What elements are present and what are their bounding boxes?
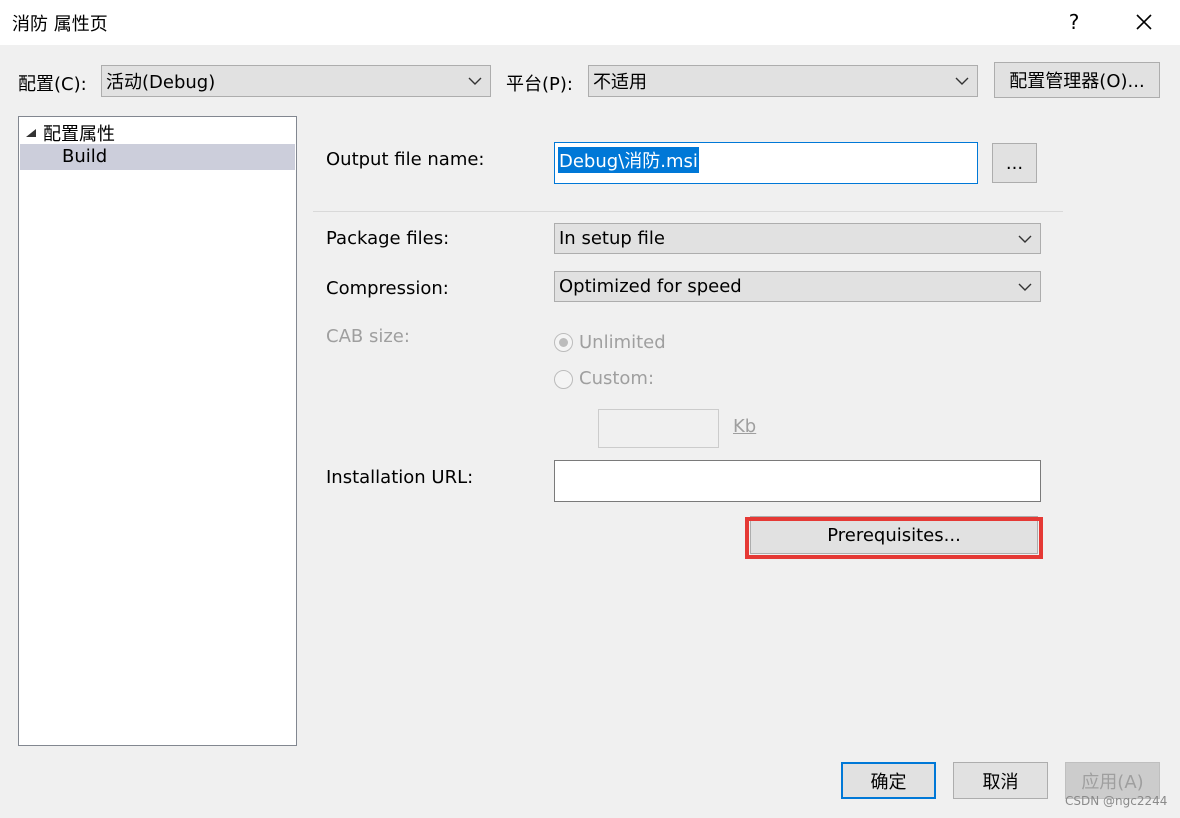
config-label: 配置(C):	[18, 74, 87, 95]
ok-button[interactable]: 确定	[841, 762, 936, 799]
installation-url-label: Installation URL:	[326, 467, 474, 488]
tree-root-label: 配置属性	[43, 124, 115, 145]
config-manager-button[interactable]: 配置管理器(O)...	[994, 62, 1160, 98]
close-button[interactable]	[1120, 0, 1168, 45]
watermark: CSDN @ngc2244	[1065, 794, 1168, 808]
package-files-label: Package files:	[326, 228, 450, 249]
cab-size-input[interactable]	[598, 409, 719, 448]
radio-selected-dot	[559, 338, 568, 347]
package-files-value: In setup file	[559, 228, 665, 249]
window-title: 消防 属性页	[12, 14, 108, 35]
installation-url-input[interactable]	[554, 460, 1041, 502]
cab-size-label: CAB size:	[326, 326, 410, 347]
compression-value: Optimized for speed	[559, 276, 742, 297]
config-value: 活动(Debug)	[106, 72, 216, 93]
output-file-value: Debug\消防.msi	[558, 147, 699, 173]
title-bar	[0, 0, 1180, 45]
chevron-down-icon	[947, 66, 977, 96]
close-icon	[1136, 14, 1152, 30]
expanded-triangle-icon	[26, 129, 36, 137]
config-dropdown[interactable]: 活动(Debug)	[101, 65, 491, 97]
output-file-label: Output file name:	[326, 149, 485, 170]
chevron-down-icon	[1010, 272, 1040, 301]
unlimited-label: Unlimited	[579, 332, 666, 353]
custom-radio[interactable]	[554, 370, 573, 389]
unlimited-radio[interactable]	[554, 333, 573, 352]
chevron-down-icon	[460, 66, 490, 96]
annotation-highlight-box	[745, 517, 1043, 559]
tree-item-config-properties[interactable]: 配置属性	[25, 121, 115, 145]
config-tree: 配置属性 Build	[18, 116, 297, 746]
custom-label: Custom:	[579, 368, 655, 389]
compression-label: Compression:	[326, 278, 449, 299]
help-button[interactable]: ?	[1050, 0, 1098, 45]
section-divider	[313, 211, 1063, 212]
package-files-dropdown[interactable]: In setup file	[554, 223, 1041, 254]
platform-dropdown[interactable]: 不适用	[588, 65, 978, 97]
tree-item-build-label: Build	[62, 146, 108, 167]
tree-item-build[interactable]: Build	[20, 144, 295, 170]
cancel-button[interactable]: 取消	[953, 762, 1048, 799]
platform-label: 平台(P):	[506, 74, 573, 95]
browse-button[interactable]: ...	[992, 143, 1037, 183]
compression-dropdown[interactable]: Optimized for speed	[554, 271, 1041, 302]
kb-label: Kb	[733, 416, 757, 437]
output-file-input[interactable]: Debug\消防.msi	[554, 142, 978, 184]
platform-value: 不适用	[593, 72, 647, 93]
chevron-down-icon	[1010, 224, 1040, 253]
